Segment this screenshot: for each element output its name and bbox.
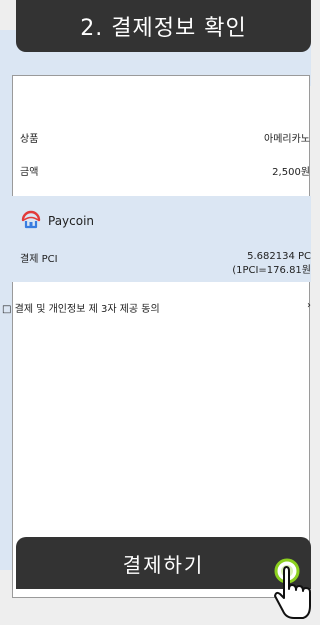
- product-row: 상품 아메리카노: [20, 130, 310, 145]
- amount-label: 금액: [20, 167, 39, 178]
- pci-label: 결제 PCI: [20, 254, 58, 265]
- paycoin-icon: [20, 208, 42, 233]
- consent-label: □ 결제 및 개인정보 제 3자 제공 동의: [2, 300, 160, 315]
- payment-info-panel: [12, 75, 310, 598]
- product-value: 아메리카노: [264, 134, 310, 145]
- paycoin-label: Paycoin: [48, 213, 95, 228]
- page-title-text: 2. 결제정보 확인: [80, 16, 247, 41]
- pay-button-label: 결제하기: [122, 552, 205, 577]
- left-band: [0, 86, 12, 570]
- consent-row[interactable]: □ 결제 및 개인정보 제 3자 제공 동의 ›: [2, 300, 311, 315]
- pci-amount: 5.682134 PC: [247, 251, 311, 262]
- pci-rate: (1PCI=176.81원: [232, 265, 311, 276]
- consent-checkbox[interactable]: □: [2, 304, 11, 315]
- amount-row: 금액 2,500원: [20, 163, 310, 178]
- pay-button[interactable]: 결제하기: [16, 537, 311, 589]
- page-title: 2. 결제정보 확인: [16, 0, 311, 52]
- product-label: 상품: [20, 134, 39, 145]
- consent-text: 결제 및 개인정보 제 3자 제공 동의: [14, 304, 160, 315]
- pci-value: 5.682134 PC (1PCI=176.81원: [232, 250, 311, 278]
- paycoin-provider: Paycoin: [20, 208, 94, 233]
- chevron-right-icon[interactable]: ›: [307, 300, 311, 315]
- amount-value: 2,500원: [272, 167, 310, 178]
- hand-cursor-icon: [270, 556, 311, 621]
